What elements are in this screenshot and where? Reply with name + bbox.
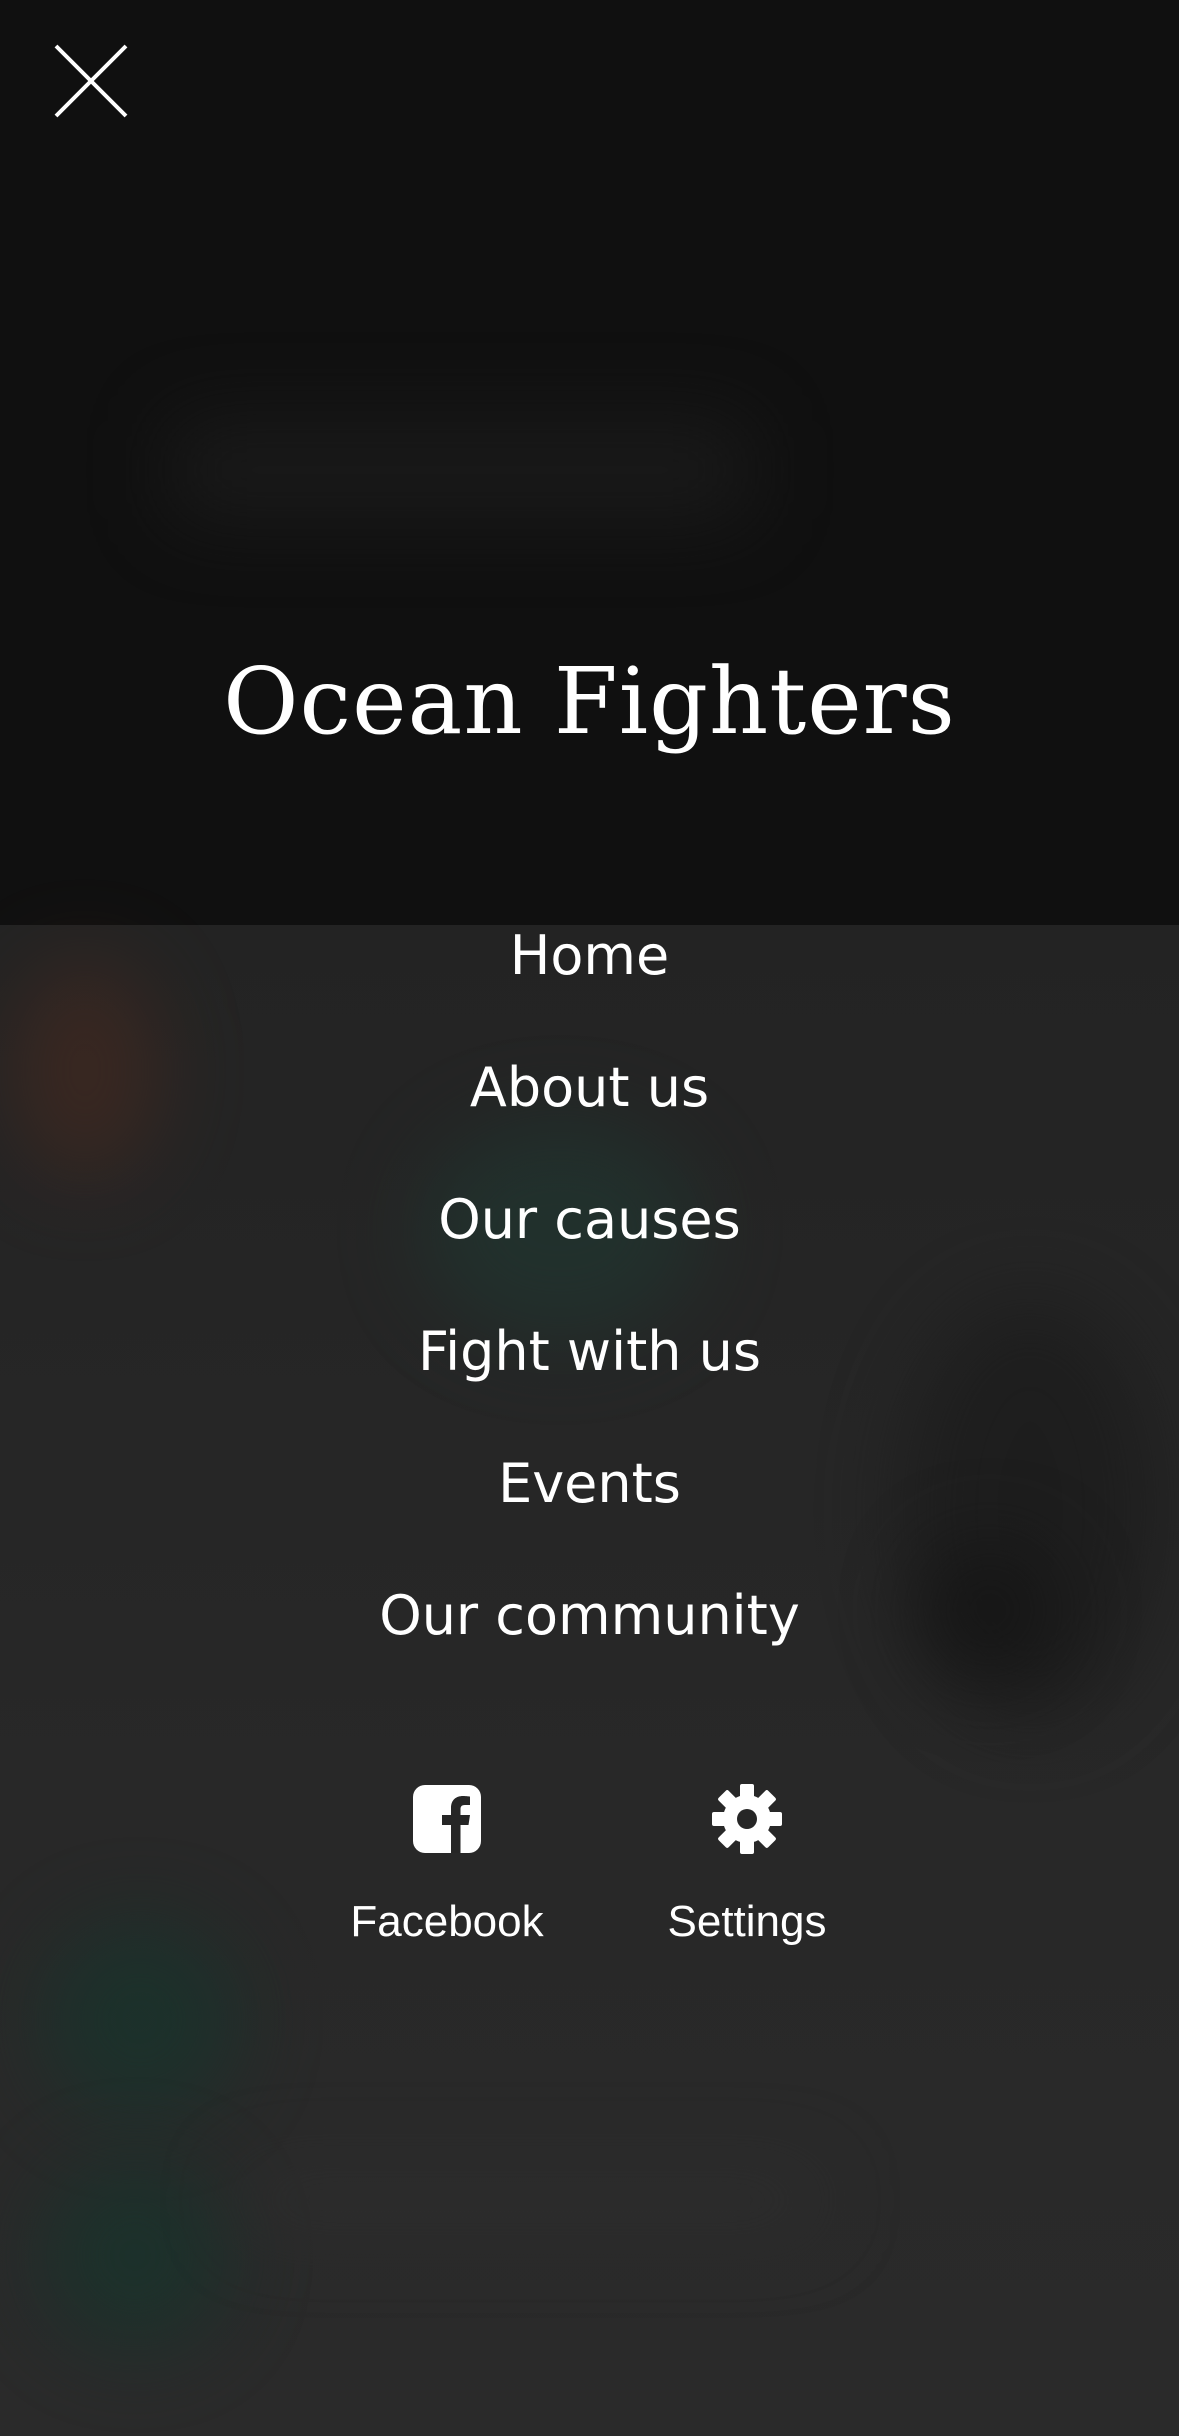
close-icon	[54, 44, 128, 118]
background-blur-shape	[170, 420, 750, 520]
facebook-button[interactable]: Facebook	[317, 1775, 577, 1949]
menu-item-home[interactable]: Home	[0, 890, 1179, 1022]
settings-button[interactable]: Settings	[617, 1775, 877, 1949]
menu-item-fight-with-us[interactable]: Fight with us	[0, 1286, 1179, 1418]
site-title: Ocean Fighters	[223, 648, 956, 755]
gear-icon	[712, 1784, 782, 1854]
menu-item-about-us[interactable]: About us	[0, 1022, 1179, 1154]
facebook-icon	[413, 1785, 481, 1853]
background-blur-shape	[40, 2160, 230, 2350]
navigation-menu: Home About us Our causes Fight with us E…	[0, 890, 1179, 1682]
close-menu-button[interactable]	[44, 34, 138, 128]
facebook-label: Facebook	[350, 1897, 544, 1946]
background-blur-shape	[240, 2170, 820, 2230]
menu-actions: Facebook Settings	[0, 1775, 1179, 1975]
settings-label: Settings	[667, 1897, 827, 1946]
menu-item-events[interactable]: Events	[0, 1418, 1179, 1550]
menu-item-our-causes[interactable]: Our causes	[0, 1154, 1179, 1286]
menu-item-our-community[interactable]: Our community	[0, 1550, 1179, 1682]
